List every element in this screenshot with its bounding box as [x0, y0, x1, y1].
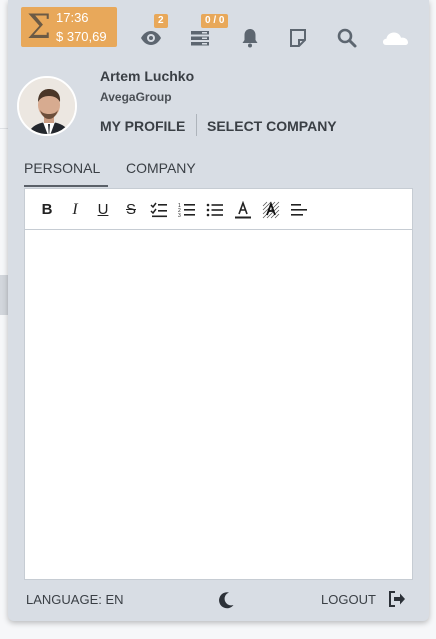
- bold-icon[interactable]: B: [38, 201, 56, 219]
- user-name: Artem Luchko: [100, 68, 195, 84]
- my-profile-link[interactable]: MY PROFILE: [100, 118, 185, 134]
- list-icon[interactable]: [188, 26, 212, 50]
- active-tab-indicator: [24, 185, 108, 187]
- checklist-icon[interactable]: [150, 201, 168, 219]
- ordered-list-icon[interactable]: 123: [178, 201, 196, 219]
- notes-editor: B I U S 123: [24, 188, 413, 580]
- time-tracker-widget[interactable]: Σ 17:36 $ 370,69: [21, 7, 117, 47]
- editor-toolbar: B I U S 123: [25, 189, 412, 230]
- logout-button[interactable]: LOGOUT: [321, 592, 376, 607]
- link-divider: [196, 114, 197, 136]
- sigma-icon: Σ: [27, 7, 52, 47]
- user-company: AvegaGroup: [100, 90, 172, 104]
- timer-time: 17:36: [56, 10, 89, 25]
- tab-company[interactable]: COMPANY: [126, 160, 196, 176]
- select-company-link[interactable]: SELECT COMPANY: [207, 118, 337, 134]
- background-resize-handle[interactable]: [0, 275, 8, 315]
- tab-personal[interactable]: PERSONAL: [24, 160, 100, 176]
- search-icon[interactable]: [335, 26, 359, 50]
- background-divider: [0, 128, 8, 129]
- user-photo: [19, 78, 75, 134]
- note-icon[interactable]: [286, 26, 310, 50]
- text-color-icon[interactable]: [234, 201, 252, 219]
- avatar[interactable]: [17, 76, 77, 136]
- italic-icon[interactable]: I: [66, 201, 84, 219]
- strikethrough-icon[interactable]: S: [122, 201, 140, 219]
- editor-content-area[interactable]: [25, 230, 412, 579]
- svg-text:3: 3: [178, 213, 181, 219]
- language-selector[interactable]: LANGUAGE: EN: [26, 592, 124, 607]
- bell-icon[interactable]: [238, 26, 262, 50]
- moon-icon[interactable]: [216, 590, 236, 610]
- underline-icon[interactable]: U: [94, 201, 112, 219]
- cloud-icon[interactable]: [382, 26, 410, 50]
- timer-amount: $ 370,69: [56, 29, 107, 44]
- bullet-list-icon[interactable]: [206, 201, 224, 219]
- eye-icon[interactable]: [139, 26, 163, 50]
- align-left-icon[interactable]: [290, 201, 308, 219]
- highlight-icon[interactable]: [262, 201, 280, 219]
- profile-dropdown-panel: Σ 17:36 $ 370,69 2 0 / 0 Artem Luchko Av…: [8, 0, 429, 621]
- logout-icon[interactable]: [388, 590, 406, 608]
